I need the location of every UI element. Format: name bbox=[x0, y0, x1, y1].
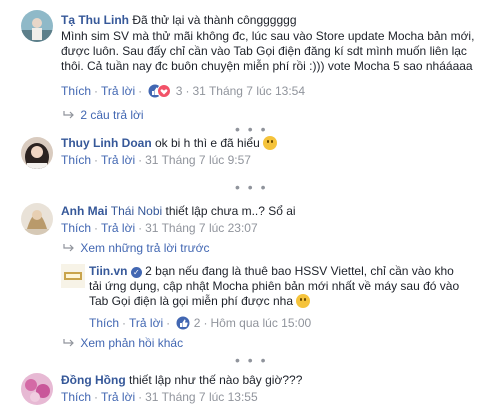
reply-text-line: tải ứng dụng, cập nhật Mocha phiên bản m… bbox=[89, 279, 460, 293]
reply-arrow-icon bbox=[63, 242, 77, 252]
separator-dots: • • • bbox=[235, 352, 268, 368]
comment-author[interactable]: Thuy Linh Doan bbox=[61, 136, 152, 150]
separator-dots: • • • bbox=[235, 179, 268, 195]
reply-arrow-icon bbox=[63, 337, 77, 347]
mention-link[interactable]: Thái Nobi bbox=[111, 204, 162, 218]
reply-link[interactable]: Trả lời bbox=[129, 316, 163, 330]
view-more-replies-label: Xem phản hồi khác bbox=[80, 336, 184, 350]
reaction-icons[interactable] bbox=[148, 84, 172, 101]
comment-text: thiết lập chưa m..? Sổ ai bbox=[165, 204, 296, 218]
view-more-replies-link[interactable]: Xem phản hồi khác bbox=[63, 336, 183, 350]
comment-text-line: được luôn. Sau đấy chỉ cần vào Tab Gọi đ… bbox=[61, 44, 467, 58]
reply-tiin-vn: Tiin.vn ✓ 2 bạn nếu đang là thuê bao HSS… bbox=[0, 260, 502, 330]
smile-emoji-icon bbox=[296, 294, 311, 308]
comment-ta-thu-linh: Tạ Thu Linh Đã thử lại và thành cônggggg… bbox=[0, 0, 502, 122]
avatar[interactable] bbox=[21, 137, 53, 169]
comment-text-line: Mình sim SV mà thử mãi không đc, lúc sau… bbox=[61, 29, 475, 43]
comment-author[interactable]: Đồng Hồng bbox=[61, 373, 126, 387]
comment-author[interactable]: Anh Mai bbox=[61, 204, 108, 218]
comment-thuy-linh-doan: Thuy Linh Doan ok bi h thì e đã hiểu Thí… bbox=[0, 130, 502, 175]
comment-dong-hong: Đồng Hồng thiết lập như thế nào bây giờ?… bbox=[0, 368, 502, 413]
reply-link[interactable]: Trả lời bbox=[101, 84, 135, 98]
comment-text: ok bi h thì e đã hiểu bbox=[155, 136, 260, 150]
comment-time[interactable]: 31 Tháng 7 lúc 13:55 bbox=[145, 390, 258, 404]
comment-time[interactable]: 31 Tháng 7 lúc 13:54 bbox=[192, 84, 305, 98]
reply-link[interactable]: Trả lời bbox=[101, 390, 135, 404]
reply-text-line: 2 bạn nếu đang là thuê bao HSSV Viettel,… bbox=[145, 264, 454, 278]
comment-time[interactable]: 31 Tháng 7 lúc 9:57 bbox=[145, 153, 251, 167]
view-replies-label: 2 câu trả lời bbox=[80, 108, 144, 122]
smile-emoji-icon bbox=[263, 136, 278, 150]
reply-time[interactable]: Hôm qua lúc 15:00 bbox=[210, 316, 311, 330]
like-link[interactable]: Thích bbox=[89, 316, 119, 330]
comment-text-head: Đã thử lại và thành côngggggg bbox=[132, 13, 297, 27]
like-link[interactable]: Thích bbox=[61, 390, 91, 404]
avatar[interactable] bbox=[61, 264, 85, 288]
reply-link[interactable]: Trả lời bbox=[101, 153, 135, 167]
like-link[interactable]: Thích bbox=[61, 221, 91, 235]
like-reaction-icon[interactable] bbox=[176, 316, 190, 333]
reaction-count[interactable]: 2 bbox=[194, 316, 201, 330]
like-link[interactable]: Thích bbox=[61, 153, 91, 167]
reaction-count[interactable]: 3 bbox=[176, 84, 183, 98]
view-previous-replies-link[interactable]: Xem những trả lời trước bbox=[63, 241, 210, 255]
view-previous-replies-label: Xem những trả lời trước bbox=[80, 241, 210, 255]
reply-arrow-icon bbox=[63, 109, 77, 119]
comment-text: thiết lập như thế nào bây giờ??? bbox=[129, 373, 303, 387]
verified-badge-icon: ✓ bbox=[130, 267, 142, 278]
reply-text-line: Tab Gọi điện là gọi miễn phí được nha bbox=[89, 294, 294, 308]
comment-anh-mai: Anh Mai Thái Nobi thiết lập chưa m..? Sổ… bbox=[0, 195, 502, 360]
comment-time[interactable]: 31 Tháng 7 lúc 23:07 bbox=[145, 221, 258, 235]
reply-link[interactable]: Trả lời bbox=[101, 221, 135, 235]
avatar[interactable] bbox=[21, 203, 53, 235]
like-link[interactable]: Thích bbox=[61, 84, 91, 98]
comment-text-line: thôi. Cả tuần nay đc buôn chuyện miễn ph… bbox=[61, 59, 473, 73]
comment-author[interactable]: Tạ Thu Linh bbox=[61, 13, 129, 27]
view-replies-link[interactable]: 2 câu trả lời bbox=[63, 108, 144, 122]
avatar[interactable] bbox=[21, 373, 53, 405]
avatar[interactable] bbox=[21, 10, 53, 42]
reply-author[interactable]: Tiin.vn bbox=[89, 264, 127, 278]
